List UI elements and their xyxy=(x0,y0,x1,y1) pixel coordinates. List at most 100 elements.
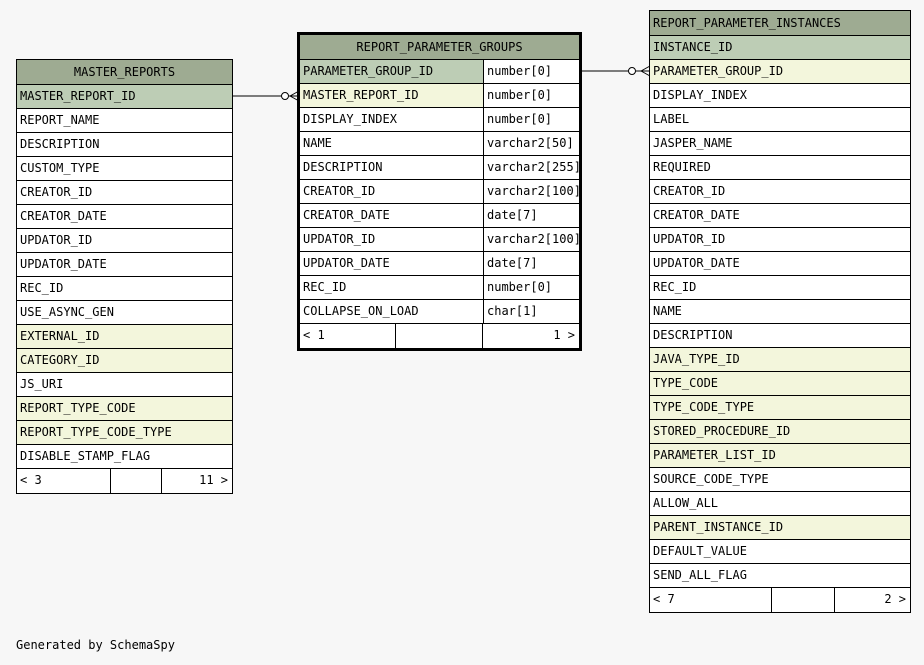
footer-spacer xyxy=(395,324,482,348)
column-row[interactable]: SEND_ALL_FLAG xyxy=(650,564,910,588)
column-row[interactable]: CREATOR_ID xyxy=(650,180,910,204)
column-row[interactable]: DESCRIPTION xyxy=(17,133,232,157)
column-type: char[1] xyxy=(483,300,579,323)
column-row[interactable]: UPDATOR_ID xyxy=(17,229,232,253)
column-name: STORED_PROCEDURE_ID xyxy=(653,424,791,438)
column-row[interactable]: UPDATOR_DATE xyxy=(650,252,910,276)
children-count[interactable]: 1 > xyxy=(482,324,579,348)
column-name: DISPLAY_INDEX xyxy=(303,112,397,126)
column-name: PARENT_INSTANCE_ID xyxy=(653,520,784,534)
column-row[interactable]: USE_ASYNC_GEN xyxy=(17,301,232,325)
column-row[interactable]: STORED_PROCEDURE_ID xyxy=(650,420,910,444)
column-row[interactable]: PARAMETER_LIST_ID xyxy=(650,444,910,468)
column-name: CREATOR_ID xyxy=(653,184,726,198)
column-name: TYPE_CODE_TYPE xyxy=(653,400,755,414)
footer-spacer xyxy=(771,588,834,612)
column-name: DEFAULT_VALUE xyxy=(653,544,747,558)
children-count[interactable]: 2 > xyxy=(834,588,910,612)
column-name: REPORT_TYPE_CODE_TYPE xyxy=(20,425,172,439)
column-name: INSTANCE_ID xyxy=(653,40,733,54)
column-row[interactable]: CATEGORY_ID xyxy=(17,349,232,373)
column-name: NAME xyxy=(653,304,682,318)
column-row[interactable]: DISPLAY_INDEX xyxy=(650,84,910,108)
generated-by-credit: Generated by SchemaSpy xyxy=(16,638,175,652)
column-row[interactable]: DESCRIPTION xyxy=(650,324,910,348)
parents-count[interactable]: < 3 xyxy=(17,469,110,493)
column-name: DISPLAY_INDEX xyxy=(653,88,747,102)
column-row[interactable]: MASTER_REPORT_ID number[0] xyxy=(300,84,579,108)
column-row[interactable]: NAME varchar2[50] xyxy=(300,132,579,156)
column-row[interactable]: UPDATOR_ID xyxy=(650,228,910,252)
table-title[interactable]: REPORT_PARAMETER_GROUPS xyxy=(300,35,579,60)
column-type: date[7] xyxy=(483,252,579,275)
column-row[interactable]: REQUIRED xyxy=(650,156,910,180)
table-report-parameter-groups[interactable]: REPORT_PARAMETER_GROUPS PARAMETER_GROUP_… xyxy=(297,32,582,351)
column-name: DISABLE_STAMP_FLAG xyxy=(20,449,151,463)
column-row[interactable]: DISABLE_STAMP_FLAG xyxy=(17,445,232,469)
column-row[interactable]: TYPE_CODE_TYPE xyxy=(650,396,910,420)
column-name: EXTERNAL_ID xyxy=(20,329,100,343)
column-row[interactable]: INSTANCE_ID xyxy=(650,36,910,60)
column-name: COLLAPSE_ON_LOAD xyxy=(303,304,419,318)
column-row[interactable]: CUSTOM_TYPE xyxy=(17,157,232,181)
column-name: USE_ASYNC_GEN xyxy=(20,305,114,319)
column-type: varchar2[100] xyxy=(483,180,579,203)
column-row[interactable]: UPDATOR_DATE xyxy=(17,253,232,277)
column-name: DESCRIPTION xyxy=(20,137,100,151)
column-row[interactable]: JASPER_NAME xyxy=(650,132,910,156)
column-name: JS_URI xyxy=(20,377,64,391)
column-row[interactable]: ALLOW_ALL xyxy=(650,492,910,516)
column-row[interactable]: CREATOR_ID xyxy=(17,181,232,205)
column-row[interactable]: COLLAPSE_ON_LOAD char[1] xyxy=(300,300,579,324)
column-row[interactable]: REPORT_TYPE_CODE_TYPE xyxy=(17,421,232,445)
table-master-reports[interactable]: MASTER_REPORTS MASTER_REPORT_ID REPORT_NA… xyxy=(16,59,233,494)
column-name: LABEL xyxy=(653,112,690,126)
column-row[interactable]: UPDATOR_DATE date[7] xyxy=(300,252,579,276)
column-row[interactable]: REPORT_TYPE_CODE xyxy=(17,397,232,421)
column-name: SEND_ALL_FLAG xyxy=(653,568,747,582)
column-row[interactable]: PARENT_INSTANCE_ID xyxy=(650,516,910,540)
column-name: UPDATOR_DATE xyxy=(20,257,107,271)
column-name: CREATOR_ID xyxy=(303,184,376,198)
column-row[interactable]: PARAMETER_GROUP_ID number[0] xyxy=(300,60,579,84)
column-name: TYPE_CODE xyxy=(653,376,719,390)
column-row[interactable]: DEFAULT_VALUE xyxy=(650,540,910,564)
column-row[interactable]: REC_ID xyxy=(17,277,232,301)
column-row[interactable]: REPORT_NAME xyxy=(17,109,232,133)
column-name: JASPER_NAME xyxy=(653,136,733,150)
column-name: CUSTOM_TYPE xyxy=(20,161,100,175)
column-row[interactable]: NAME xyxy=(650,300,910,324)
column-row[interactable]: PARAMETER_GROUP_ID xyxy=(650,60,910,84)
parents-count[interactable]: < 1 xyxy=(300,324,395,348)
column-row[interactable]: TYPE_CODE xyxy=(650,372,910,396)
column-name: CREATOR_DATE xyxy=(20,209,107,223)
column-row[interactable]: CREATOR_DATE date[7] xyxy=(300,204,579,228)
children-count[interactable]: 11 > xyxy=(161,469,232,493)
column-row[interactable]: CREATOR_DATE xyxy=(17,205,232,229)
column-row[interactable]: LABEL xyxy=(650,108,910,132)
column-row[interactable]: JAVA_TYPE_ID xyxy=(650,348,910,372)
column-name: UPDATOR_ID xyxy=(653,232,726,246)
column-row[interactable]: DISPLAY_INDEX number[0] xyxy=(300,108,579,132)
table-title[interactable]: MASTER_REPORTS xyxy=(17,60,232,85)
column-name: UPDATOR_DATE xyxy=(303,256,390,270)
column-row[interactable]: CREATOR_ID varchar2[100] xyxy=(300,180,579,204)
column-row[interactable]: REC_ID xyxy=(650,276,910,300)
column-type: varchar2[100] xyxy=(483,228,579,251)
column-row[interactable]: SOURCE_CODE_TYPE xyxy=(650,468,910,492)
column-name: ALLOW_ALL xyxy=(653,496,719,510)
table-report-parameter-instances[interactable]: REPORT_PARAMETER_INSTANCES INSTANCE_ID PA… xyxy=(649,10,911,613)
column-row[interactable]: JS_URI xyxy=(17,373,232,397)
column-row[interactable]: EXTERNAL_ID xyxy=(17,325,232,349)
link-groups-to-instances xyxy=(581,65,651,77)
column-type: number[0] xyxy=(483,276,579,299)
column-row[interactable]: MASTER_REPORT_ID xyxy=(17,85,232,109)
table-footer: < 7 2 > xyxy=(650,588,910,612)
column-name: REC_ID xyxy=(20,281,64,295)
column-row[interactable]: UPDATOR_ID varchar2[100] xyxy=(300,228,579,252)
column-row[interactable]: CREATOR_DATE xyxy=(650,204,910,228)
table-title[interactable]: REPORT_PARAMETER_INSTANCES xyxy=(650,11,910,36)
column-row[interactable]: DESCRIPTION varchar2[255] xyxy=(300,156,579,180)
parents-count[interactable]: < 7 xyxy=(650,588,771,612)
column-row[interactable]: REC_ID number[0] xyxy=(300,276,579,300)
